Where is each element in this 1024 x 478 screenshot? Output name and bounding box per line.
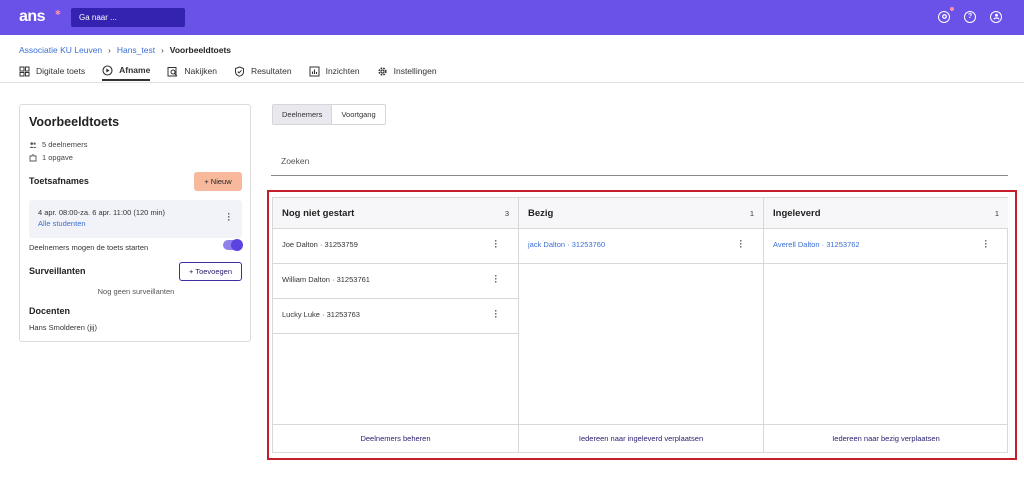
- more-options-icon[interactable]: · · ·: [494, 272, 498, 287]
- participant-row[interactable]: Averell Dalton · 31253762 · · ·: [764, 229, 1008, 264]
- search-input[interactable]: Zoeken: [281, 156, 309, 166]
- all-students-link[interactable]: Alle studenten: [38, 219, 86, 228]
- manage-participants-button[interactable]: Deelnemers beheren: [273, 424, 518, 452]
- account-icon[interactable]: [990, 11, 1002, 23]
- search-underline: [271, 175, 1008, 176]
- participants-board: Nog niet gestart 3 Joe Dalton · 31253759…: [272, 197, 1008, 453]
- main-tabs: Digitale toets Afname Nakijken Resultate…: [19, 63, 454, 83]
- toggle-knob: [231, 239, 243, 251]
- help-icon[interactable]: ?: [964, 11, 976, 23]
- participant-name: Joe Dalton · 31253759: [282, 240, 358, 249]
- participant-name[interactable]: jack Dalton · 31253760: [528, 240, 605, 249]
- play-circle-icon: [102, 64, 113, 76]
- tab-label: Nakijken: [184, 66, 217, 76]
- column-header: Ingeleverd 1: [764, 198, 1008, 229]
- afname-item[interactable]: 4 apr. 08:00-za. 6 apr. 11:00 (120 min) …: [29, 200, 242, 238]
- tab-inzichten[interactable]: Inzichten: [309, 63, 360, 81]
- start-toggle-label: Deelnemers mogen de toets starten: [29, 243, 149, 252]
- tab-afname[interactable]: Afname: [102, 63, 151, 81]
- puzzle-icon: [29, 153, 37, 162]
- review-icon: [167, 66, 178, 77]
- notifications-icon[interactable]: [938, 11, 950, 23]
- participant-name[interactable]: Averell Dalton · 31253762: [773, 240, 860, 249]
- participant-row[interactable]: William Dalton · 31253761 · · ·: [273, 264, 518, 299]
- participant-row[interactable]: jack Dalton · 31253760 · · ·: [519, 229, 763, 264]
- surveillants-heading: Surveillanten: [29, 266, 86, 276]
- column-nog-niet-gestart: Nog niet gestart 3 Joe Dalton · 31253759…: [273, 198, 518, 452]
- afname-date: 4 apr. 08:00-za. 6 apr. 11:00 (120 min): [38, 208, 166, 217]
- breadcrumb: Associatie KU Leuven › Hans_test › Voorb…: [19, 45, 231, 55]
- tab-label: Resultaten: [250, 66, 292, 76]
- docent-name: Hans Smolderen (jij): [29, 323, 97, 332]
- column-ingeleverd: Ingeleverd 1 Averell Dalton · 31253762 ·…: [763, 198, 1008, 452]
- test-summary-card: Voorbeeldtoets 5 deelnemers 1 opgave Toe…: [19, 104, 251, 342]
- tabs-divider: [0, 82, 1024, 83]
- shield-check-icon: [234, 65, 245, 77]
- participant-row[interactable]: Lucky Luke · 31253763 · · ·: [273, 299, 518, 334]
- docenten-heading: Docenten: [29, 306, 71, 316]
- more-options-icon[interactable]: · · ·: [739, 237, 743, 252]
- top-bar: ans ✱ Ga naar ... ?: [0, 0, 1024, 35]
- no-surveillants-text: Nog geen surveillanten: [97, 287, 175, 296]
- view-switch: Deelnemers Voortgang: [272, 104, 386, 125]
- column-count: 1: [749, 209, 754, 218]
- start-toggle[interactable]: [223, 239, 243, 251]
- participants-meta: 5 deelnemers: [29, 140, 87, 149]
- new-afname-button[interactable]: + Nieuw: [194, 172, 242, 191]
- move-all-to-ingeleverd-button[interactable]: Iedereen naar ingeleverd verplaatsen: [519, 424, 763, 452]
- move-all-to-bezig-button[interactable]: Iedereen naar bezig verplaatsen: [764, 424, 1008, 452]
- tab-label: Digitale toets: [36, 66, 86, 76]
- tab-label: Inzichten: [325, 66, 360, 76]
- chart-icon: [309, 66, 320, 77]
- breadcrumb-hans-test[interactable]: Hans_test: [117, 45, 155, 55]
- tab-digitale-toets[interactable]: Digitale toets: [19, 63, 85, 81]
- card-title: Voorbeeldtoets: [29, 115, 120, 129]
- more-options-icon[interactable]: · · ·: [984, 237, 988, 252]
- column-header: Nog niet gestart 3: [273, 198, 518, 229]
- column-count: 3: [504, 209, 509, 218]
- assignments-meta: 1 opgave: [29, 153, 73, 162]
- participant-name: William Dalton · 31253761: [282, 275, 370, 284]
- chevron-right-icon: ›: [108, 45, 111, 55]
- column-title: Ingeleverd: [773, 208, 821, 219]
- tab-label: Afname: [119, 65, 151, 75]
- add-surveillant-button[interactable]: + Toevoegen: [179, 262, 242, 281]
- more-options-icon[interactable]: · · ·: [494, 237, 498, 252]
- participant-row[interactable]: Joe Dalton · 31253759 · · ·: [273, 229, 518, 264]
- app-logo[interactable]: ans: [19, 8, 46, 26]
- grid-icon: [19, 66, 30, 77]
- tab-resultaten[interactable]: Resultaten: [234, 63, 292, 81]
- users-icon: [29, 141, 37, 149]
- segment-voortgang[interactable]: Voortgang: [331, 105, 384, 124]
- participant-name: Lucky Luke · 31253763: [282, 310, 360, 319]
- more-options-icon[interactable]: · · ·: [494, 307, 498, 322]
- tab-instellingen[interactable]: Instellingen: [377, 63, 437, 81]
- afnames-heading: Toetsafnames: [29, 176, 89, 186]
- column-title: Bezig: [528, 208, 554, 219]
- more-options-icon[interactable]: · · ·: [227, 210, 231, 225]
- logo-star-icon: ✱: [55, 10, 61, 17]
- gear-icon: [377, 66, 388, 77]
- segment-deelnemers[interactable]: Deelnemers: [273, 105, 332, 124]
- tab-nakijken[interactable]: Nakijken: [167, 63, 217, 81]
- breadcrumb-current: Voorbeeldtoets: [169, 45, 232, 55]
- notification-dot: [950, 7, 954, 11]
- column-count: 1: [994, 209, 999, 218]
- goto-search-input[interactable]: Ga naar ...: [71, 8, 185, 27]
- chevron-right-icon: ›: [161, 45, 164, 55]
- column-header: Bezig 1: [519, 198, 763, 229]
- column-bezig: Bezig 1 jack Dalton · 31253760 · · · Ieder…: [518, 198, 763, 452]
- tab-label: Instellingen: [393, 66, 437, 76]
- column-title: Nog niet gestart: [282, 208, 355, 219]
- breadcrumb-associatie[interactable]: Associatie KU Leuven: [19, 45, 102, 55]
